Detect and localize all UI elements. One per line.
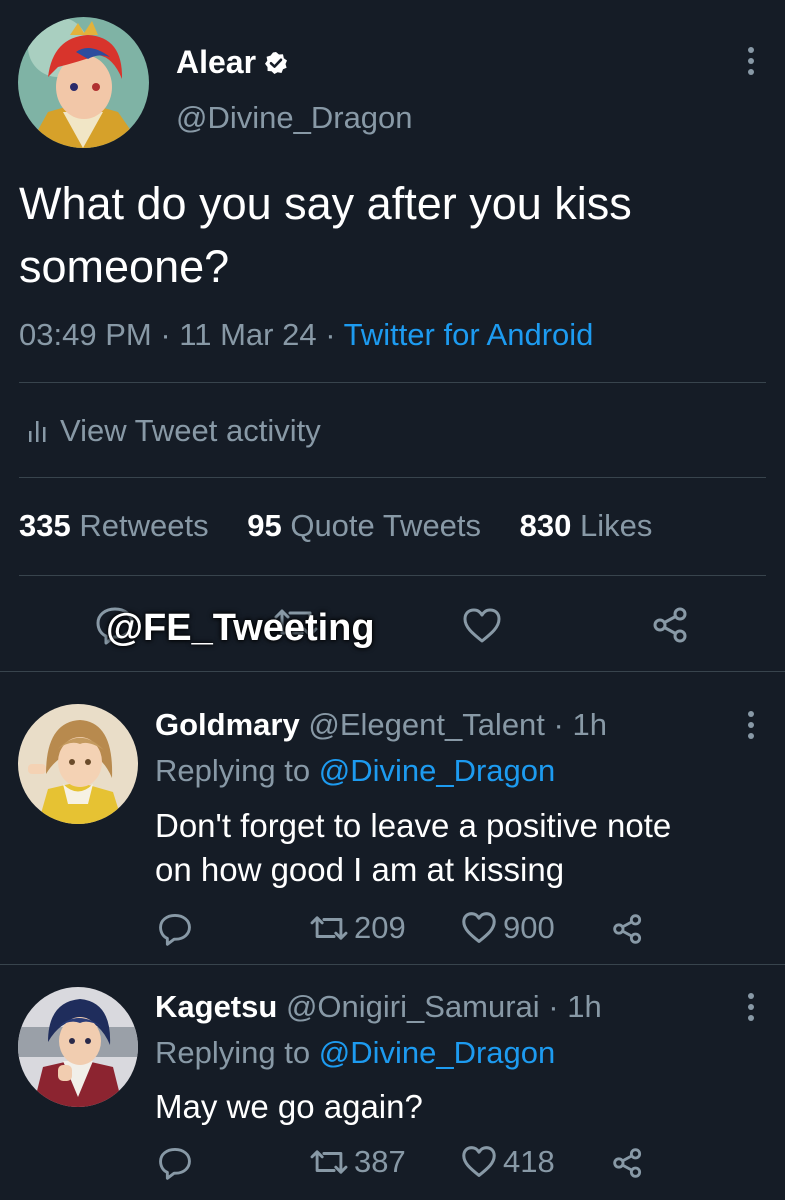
tweet-date: 11 Mar 24 — [179, 317, 317, 352]
quote-tweets-label: Quote Tweets — [290, 508, 482, 543]
reply-handle[interactable]: @Onigiri_Samurai — [286, 989, 540, 1024]
replying-to-prefix: Replying to — [155, 753, 311, 788]
reply-icon[interactable] — [157, 912, 193, 946]
divider — [19, 477, 766, 478]
heart-icon[interactable] — [462, 607, 502, 645]
like-count: 418 — [503, 1144, 555, 1179]
likes-label: Likes — [580, 508, 653, 543]
author-avatar[interactable] — [18, 17, 149, 148]
verified-badge-icon — [264, 51, 288, 75]
tweet-text-line-2: someone? — [19, 241, 230, 292]
share-icon[interactable] — [612, 914, 644, 944]
reply-header: Goldmary @Elegent_Talent · 1h — [155, 707, 607, 743]
reply-time: 1h — [567, 989, 602, 1024]
retweet-icon — [308, 911, 350, 945]
like-button[interactable]: 418 — [461, 1144, 555, 1180]
divider — [19, 575, 766, 576]
meta-separator: · — [553, 707, 564, 742]
reply-time: 1h — [572, 707, 607, 742]
meta-separator: · — [160, 317, 171, 352]
meta-separator: · — [548, 989, 559, 1024]
bar-chart-icon — [28, 419, 48, 443]
retweet-button[interactable]: 209 — [308, 910, 406, 946]
more-options-icon[interactable] — [741, 993, 761, 1021]
retweets-count: 335 — [19, 508, 71, 543]
retweet-button[interactable]: 387 — [308, 1144, 406, 1180]
view-tweet-activity-label: View Tweet activity — [60, 413, 321, 448]
reply-text-line-1: Don't forget to leave a positive note — [155, 807, 672, 844]
more-options-icon[interactable] — [741, 711, 761, 739]
reply-avatar[interactable] — [18, 704, 138, 824]
likes-count: 830 — [519, 508, 572, 543]
reply-header: Kagetsu @Onigiri_Samurai · 1h — [155, 989, 602, 1025]
reply-handle[interactable]: @Elegent_Talent — [308, 707, 545, 742]
retweet-count: 209 — [354, 910, 406, 945]
watermark-text: @FE_Tweeting — [106, 607, 375, 649]
reply-icon[interactable] — [157, 1146, 193, 1180]
like-count: 900 — [503, 910, 555, 945]
replying-to-handle[interactable]: @Divine_Dragon — [319, 1035, 556, 1070]
author-handle[interactable]: @Divine_Dragon — [176, 100, 413, 136]
tweet-time: 03:49 PM — [19, 317, 152, 352]
like-button[interactable]: 900 — [461, 910, 555, 946]
author-display-name[interactable]: Alear — [176, 44, 256, 81]
retweets-label: Retweets — [79, 508, 209, 543]
replying-to-prefix: Replying to — [155, 1035, 311, 1070]
replying-to-handle[interactable]: @Divine_Dragon — [319, 753, 556, 788]
heart-icon — [461, 911, 497, 945]
reply-avatar[interactable] — [18, 987, 138, 1107]
reply-display-name[interactable]: Goldmary — [155, 707, 300, 742]
heart-icon — [461, 1145, 497, 1179]
tweet-text-line-1: What do you say after you kiss — [19, 178, 632, 229]
divider — [19, 382, 766, 383]
more-options-icon[interactable] — [741, 47, 761, 75]
quote-tweets-count: 95 — [247, 508, 282, 543]
tweet-source-link[interactable]: Twitter for Android — [344, 317, 594, 352]
reply-display-name[interactable]: Kagetsu — [155, 989, 277, 1024]
reply-text-line-1: May we go again? — [155, 1088, 423, 1125]
divider — [0, 671, 785, 672]
retweet-count: 387 — [354, 1144, 406, 1179]
replying-to: Replying to @Divine_Dragon — [155, 1035, 555, 1071]
tweet-stats: 335 Retweets 95 Quote Tweets 830 Likes — [19, 508, 652, 544]
divider — [0, 964, 785, 965]
likes-stat[interactable]: 830 Likes — [520, 508, 653, 543]
replying-to: Replying to @Divine_Dragon — [155, 753, 555, 789]
share-icon[interactable] — [652, 607, 690, 643]
meta-separator: · — [325, 317, 336, 352]
tweet-meta: 03:49 PM · 11 Mar 24 · Twitter for Andro… — [19, 317, 593, 353]
retweet-icon — [308, 1145, 350, 1179]
reply-text-line-2: on how good I am at kissing — [155, 851, 565, 888]
view-tweet-activity-button[interactable]: View Tweet activity — [28, 413, 321, 449]
share-icon[interactable] — [612, 1148, 644, 1178]
quote-tweets-stat[interactable]: 95 Quote Tweets — [247, 508, 489, 543]
retweets-stat[interactable]: 335 Retweets — [19, 508, 217, 543]
